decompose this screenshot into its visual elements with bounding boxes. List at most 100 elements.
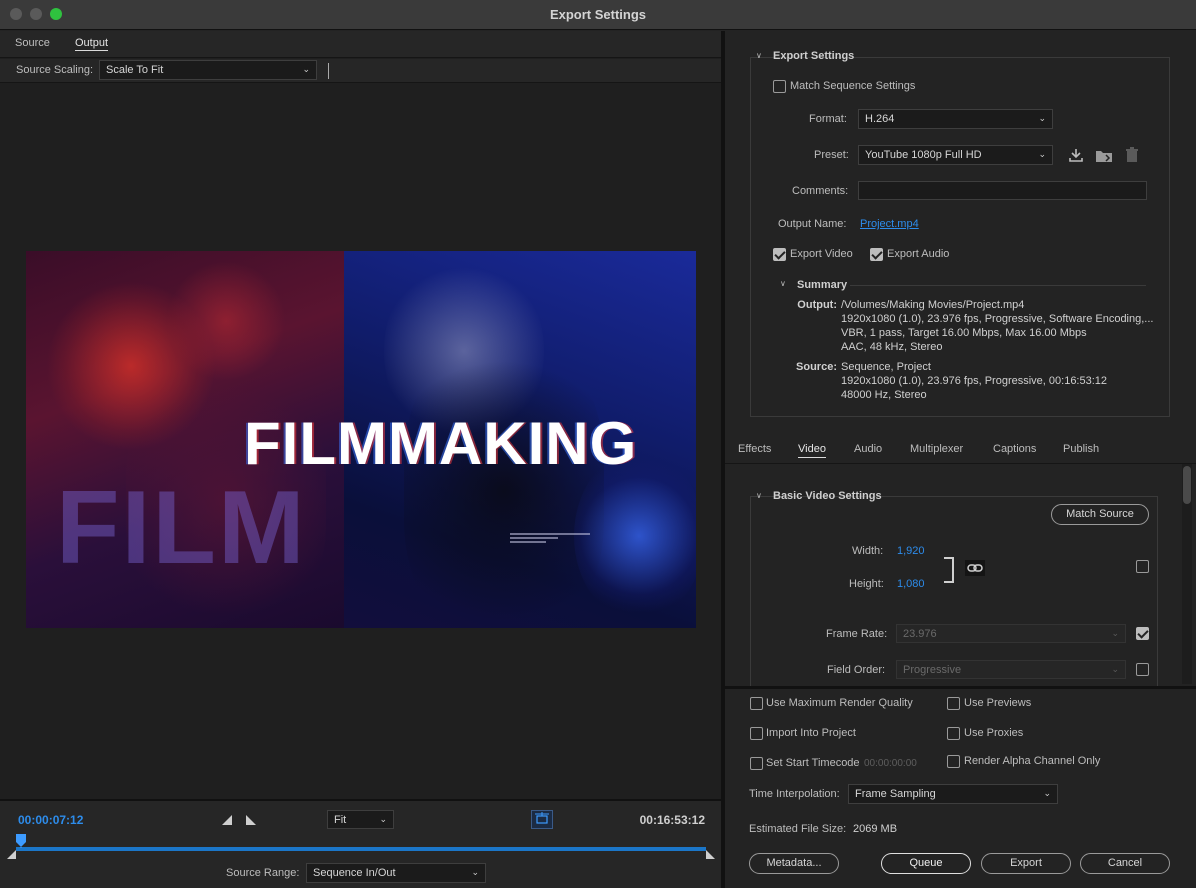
- summary-divider: [850, 285, 1146, 286]
- export-video-label: Export Video: [790, 248, 853, 260]
- source-output-tabs: Source Output: [0, 31, 721, 58]
- source-scaling-dropdown[interactable]: Scale To Fit ⌄: [99, 60, 317, 80]
- export-audio-checkbox[interactable]: [870, 248, 883, 261]
- tab-output[interactable]: Output: [75, 37, 109, 51]
- link-aspect-icon[interactable]: [965, 560, 985, 576]
- format-value: H.264: [865, 113, 895, 125]
- title-bar: Export Settings: [0, 0, 1196, 30]
- preview-bg-text: FILM: [56, 470, 307, 586]
- comments-input[interactable]: [858, 181, 1147, 200]
- summary-title: Summary: [797, 279, 848, 291]
- export-button[interactable]: Export: [981, 853, 1071, 874]
- field-order-checkbox[interactable]: [1136, 663, 1149, 676]
- preview-pane: Source Output Source Scaling: Scale To F…: [0, 31, 721, 888]
- export-settings-title: Export Settings: [773, 50, 855, 62]
- mark-in-icon[interactable]: [222, 815, 232, 825]
- max-render-quality-checkbox[interactable]: [750, 697, 763, 710]
- collapse-caret-icon[interactable]: ∨: [756, 491, 762, 500]
- queue-button[interactable]: Queue: [881, 853, 971, 874]
- max-render-quality-label: Use Maximum Render Quality: [766, 697, 913, 709]
- source-range-bar: Source Range: Sequence In/Out ⌄: [0, 859, 721, 888]
- summary-caret-icon[interactable]: ∨: [780, 279, 786, 288]
- tab-source[interactable]: Source: [15, 37, 50, 49]
- export-audio-label: Export Audio: [887, 248, 950, 260]
- frame-rate-label: Frame Rate:: [826, 628, 888, 640]
- zoom-level-value: Fit: [334, 814, 347, 826]
- field-order-label: Field Order:: [827, 664, 886, 676]
- comments-label: Comments:: [792, 185, 849, 197]
- start-timecode-checkbox[interactable]: [750, 757, 763, 770]
- playhead[interactable]: [15, 834, 26, 848]
- source-scaling-bar: Source Scaling: Scale To Fit ⌄: [0, 59, 721, 83]
- start-timecode-value[interactable]: 00:00:00:00: [864, 758, 917, 769]
- metadata-button[interactable]: Metadata...: [749, 853, 839, 874]
- summary-output-line: 1920x1080 (1.0), 23.976 fps, Progressive…: [841, 313, 1154, 325]
- tab-publish[interactable]: Publish: [1063, 443, 1099, 455]
- output-name-link[interactable]: Project.mp4: [860, 218, 919, 230]
- source-range-label: Source Range:: [226, 867, 300, 879]
- format-dropdown[interactable]: H.264 ⌄: [858, 109, 1053, 129]
- summary-output-key: Output:: [797, 299, 837, 311]
- chevron-down-icon: ⌄: [471, 867, 479, 877]
- estimated-file-size-value: 2069 MB: [853, 823, 898, 835]
- settings-pane: ∨ Export Settings Match Sequence Setting…: [725, 31, 1196, 888]
- width-value[interactable]: 1,920: [897, 545, 925, 557]
- import-into-project-checkbox[interactable]: [750, 727, 763, 740]
- safe-margins-button[interactable]: [531, 810, 553, 829]
- export-video-checkbox[interactable]: [773, 248, 786, 261]
- frame-rate-dropdown[interactable]: 23.976 ⌄: [896, 624, 1126, 643]
- operator-head-shape: [166, 261, 286, 381]
- delete-preset-icon[interactable]: [1125, 147, 1139, 163]
- tab-multiplexer[interactable]: Multiplexer: [910, 443, 963, 455]
- frame-rate-checkbox[interactable]: [1136, 627, 1149, 640]
- match-sequence-checkbox[interactable]: [773, 80, 786, 93]
- source-scaling-label: Source Scaling:: [16, 64, 94, 76]
- summary-source-line: Sequence, Project: [841, 361, 931, 373]
- tab-effects[interactable]: Effects: [738, 443, 771, 455]
- import-preset-icon[interactable]: [1095, 147, 1113, 163]
- mark-out-icon[interactable]: [246, 815, 256, 825]
- use-proxies-checkbox[interactable]: [947, 727, 960, 740]
- summary-source-line: 1920x1080 (1.0), 23.976 fps, Progressive…: [841, 375, 1108, 387]
- preset-dropdown[interactable]: YouTube 1080p Full HD ⌄: [858, 145, 1053, 165]
- save-preset-icon[interactable]: [1068, 147, 1084, 163]
- chevron-down-icon: ⌄: [1038, 113, 1046, 123]
- basic-video-title: Basic Video Settings: [773, 490, 882, 502]
- summary-source-line: 48000 Hz, Stereo: [841, 389, 927, 401]
- safe-margins-icon: [535, 812, 549, 824]
- summary-output-line: VBR, 1 pass, Target 16.00 Mbps, Max 16.0…: [841, 327, 1087, 339]
- chevron-down-icon: ⌄: [1111, 628, 1119, 638]
- height-value[interactable]: 1,080: [897, 578, 925, 590]
- time-interpolation-dropdown[interactable]: Frame Sampling ⌄: [848, 784, 1058, 804]
- output-name-label: Output Name:: [778, 218, 847, 230]
- height-label: Height:: [849, 578, 884, 590]
- field-order-value: Progressive: [903, 664, 962, 676]
- settings-scrollbar[interactable]: [1182, 464, 1192, 684]
- current-timecode[interactable]: 00:00:07:12: [18, 813, 83, 827]
- dark-figure-shape: [404, 341, 604, 628]
- source-range-dropdown[interactable]: Sequence In/Out ⌄: [306, 863, 486, 883]
- text-cursor-divider: [328, 63, 329, 79]
- collapse-caret-icon[interactable]: ∨: [756, 51, 762, 60]
- width-label: Width:: [852, 545, 884, 557]
- width-height-override-checkbox[interactable]: [1136, 560, 1149, 573]
- use-previews-checkbox[interactable]: [947, 697, 960, 710]
- estimated-file-size-label: Estimated File Size:: [749, 823, 847, 835]
- match-source-button[interactable]: Match Source: [1051, 504, 1149, 525]
- timeline-bar: 00:00:07:12 Fit ⌄ 00:16:53:12: [0, 799, 721, 860]
- cancel-button[interactable]: Cancel: [1080, 853, 1170, 874]
- chevron-down-icon: ⌄: [379, 814, 387, 824]
- render-alpha-label: Render Alpha Channel Only: [964, 755, 1101, 767]
- time-interpolation-value: Frame Sampling: [855, 788, 936, 800]
- tab-audio[interactable]: Audio: [854, 443, 882, 455]
- zoom-level-dropdown[interactable]: Fit ⌄: [327, 810, 394, 829]
- import-into-project-label: Import Into Project: [766, 727, 856, 739]
- preset-label: Preset:: [814, 149, 849, 161]
- tab-video[interactable]: Video: [798, 443, 826, 458]
- render-alpha-checkbox[interactable]: [947, 755, 960, 768]
- timeline-track[interactable]: [16, 847, 706, 851]
- settings-scroll-thumb[interactable]: [1183, 466, 1191, 504]
- tab-captions[interactable]: Captions: [993, 443, 1036, 455]
- settings-tabs: Effects Video Audio Multiplexer Captions…: [725, 436, 1196, 464]
- field-order-dropdown[interactable]: Progressive ⌄: [896, 660, 1126, 679]
